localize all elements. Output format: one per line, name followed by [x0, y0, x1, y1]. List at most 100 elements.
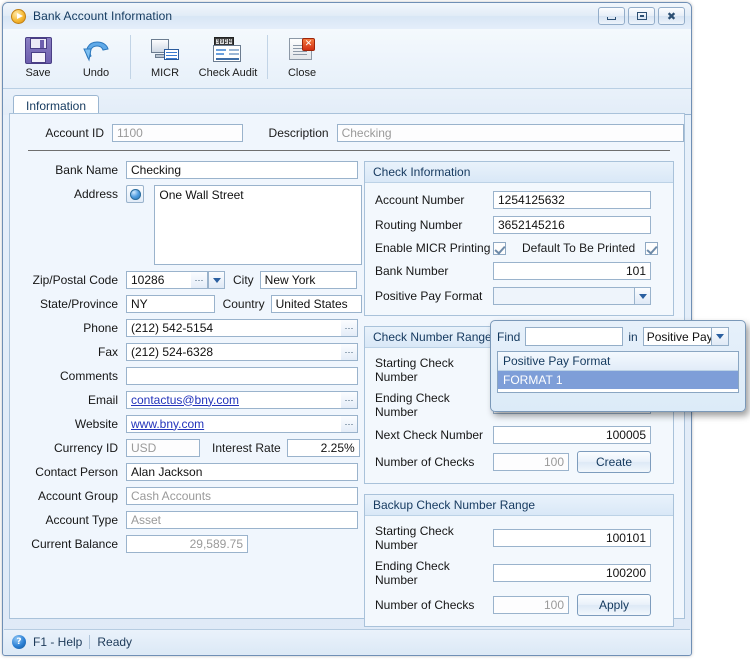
- zip-lookup-button[interactable]: ⋯: [191, 271, 208, 289]
- email-label: Email: [87, 393, 118, 407]
- account-type-field[interactable]: Asset: [126, 511, 358, 529]
- window-title: Bank Account Information: [33, 9, 173, 23]
- enable-micr-checkbox[interactable]: [493, 241, 506, 255]
- country-label: Country: [222, 297, 265, 311]
- account-number-label: Account Number: [375, 193, 465, 207]
- find-input[interactable]: [525, 327, 624, 346]
- comments-field[interactable]: [126, 367, 358, 385]
- currency-interest-row: Currency ID USD Interest Rate 2.25%: [28, 439, 362, 457]
- bcnr-count-field[interactable]: 100: [493, 596, 569, 614]
- popup-find-row: Find in Positive Pay Forr: [497, 327, 739, 346]
- bank-number-field[interactable]: 101: [493, 262, 651, 280]
- micr-printing-row: Enable MICR Printing Default To Be Print…: [375, 241, 663, 255]
- cnr-count-row: Number of Checks 100 Create: [375, 451, 663, 473]
- contact-person-field[interactable]: Alan Jackson: [126, 463, 358, 481]
- backup-check-number-range-title: Backup Check Number Range: [365, 495, 673, 516]
- title-bar[interactable]: Bank Account Information ✖: [3, 3, 691, 29]
- website-field[interactable]: www.bny.com: [126, 415, 341, 433]
- save-label: Save: [25, 67, 51, 79]
- help-label[interactable]: F1 - Help: [33, 635, 82, 649]
- zip-field[interactable]: 10286: [126, 271, 191, 289]
- check-audit-button[interactable]: 3924 Check Audit: [194, 33, 262, 79]
- bcnr-count-row: Number of Checks 100 Apply: [375, 594, 663, 616]
- currency-field[interactable]: USD: [126, 439, 200, 457]
- minimize-button[interactable]: [598, 7, 625, 25]
- bcnr-starting-field[interactable]: 100101: [493, 529, 651, 547]
- cnr-starting-label: Starting Check Number: [375, 356, 454, 384]
- minimize-icon: [607, 16, 616, 20]
- phone-field[interactable]: (212) 542-5154: [126, 319, 341, 337]
- cnr-next-label: Next Check Number: [375, 428, 484, 442]
- toolbar-separator-2: [267, 35, 268, 79]
- check-information-title: Check Information: [365, 162, 673, 183]
- account-id-field[interactable]: 1100: [112, 124, 243, 142]
- country-field[interactable]: United States: [270, 295, 362, 313]
- check-audit-icon: 3924: [213, 35, 243, 65]
- account-type-row: Account Type Asset: [28, 511, 362, 529]
- routing-number-label: Routing Number: [375, 218, 463, 232]
- left-form: Bank Name Checking Address Zip/Postal Co…: [10, 161, 362, 637]
- positive-pay-dropdown-button[interactable]: [634, 287, 651, 305]
- email-row: Email contactus@bny.com ⋯: [28, 391, 362, 409]
- save-button[interactable]: Save: [9, 33, 67, 79]
- floppy-disk-icon: [24, 35, 52, 65]
- search-field-combo[interactable]: Positive Pay Forr: [642, 327, 729, 346]
- interest-rate-field[interactable]: 2.25%: [286, 439, 360, 457]
- fax-field[interactable]: (212) 524-6328: [126, 343, 341, 361]
- default-printed-label: Default To Be Printed: [522, 241, 636, 255]
- status-bar: ? F1 - Help Ready: [4, 629, 690, 654]
- positive-pay-field[interactable]: [493, 287, 634, 305]
- bcnr-ending-label: Ending Check Number: [375, 559, 450, 587]
- toolbar-separator: [130, 35, 131, 79]
- close-button[interactable]: ✖: [658, 7, 685, 25]
- fax-label: Fax: [97, 345, 118, 359]
- description-label: Description: [268, 126, 329, 140]
- bcnr-ending-field[interactable]: 100200: [493, 564, 651, 582]
- cnr-next-field[interactable]: 100005: [493, 426, 651, 444]
- restore-button[interactable]: [628, 7, 655, 25]
- enable-micr-label: Enable MICR Printing: [375, 241, 491, 255]
- zip-dropdown-button[interactable]: [208, 271, 225, 289]
- city-label: City: [233, 273, 254, 287]
- undo-button[interactable]: Undo: [67, 33, 125, 79]
- phone-lookup-button[interactable]: ⋯: [341, 319, 358, 337]
- find-label: Find: [497, 329, 521, 344]
- bank-number-row: Bank Number 101: [375, 262, 663, 280]
- tab-strip: Information: [3, 89, 691, 116]
- state-country-row: State/Province NY Country United States: [28, 295, 362, 313]
- description-field[interactable]: Checking: [336, 124, 684, 142]
- undo-arrow-icon: [82, 35, 110, 65]
- bcnr-starting-row: Starting Check Number 100101: [375, 524, 663, 552]
- cnr-count-field[interactable]: 100: [493, 453, 569, 471]
- cnr-ending-label: Ending Check Number: [375, 391, 450, 419]
- create-button[interactable]: Create: [577, 451, 651, 473]
- bcnr-count-label: Number of Checks: [375, 598, 475, 612]
- website-lookup-button[interactable]: ⋯: [341, 415, 358, 433]
- lookup-results-list[interactable]: Positive Pay Format FORMAT 1: [497, 351, 739, 393]
- state-field[interactable]: NY: [126, 295, 215, 313]
- fax-lookup-button[interactable]: ⋯: [341, 343, 358, 361]
- lookup-column-header: Positive Pay Format: [498, 352, 738, 371]
- list-item[interactable]: FORMAT 1: [498, 371, 738, 389]
- address-textarea[interactable]: [154, 185, 362, 265]
- close-toolbar-button[interactable]: ✕ Close: [273, 33, 331, 79]
- routing-number-row: Routing Number 3652145216: [375, 216, 663, 234]
- email-field[interactable]: contactus@bny.com: [126, 391, 341, 409]
- apply-button[interactable]: Apply: [577, 594, 651, 616]
- close-icon: ✖: [666, 9, 677, 23]
- account-number-field[interactable]: 1254125632: [493, 191, 651, 209]
- micr-button[interactable]: MICR: [136, 33, 194, 79]
- address-label: Address: [73, 187, 118, 201]
- bank-name-field[interactable]: Checking: [126, 161, 358, 179]
- city-field[interactable]: New York: [259, 271, 357, 289]
- default-printed-checkbox[interactable]: [645, 241, 659, 255]
- email-lookup-button[interactable]: ⋯: [341, 391, 358, 409]
- phone-label: Phone: [83, 321, 118, 335]
- routing-number-field[interactable]: 3652145216: [493, 216, 651, 234]
- account-group-field[interactable]: Cash Accounts: [126, 487, 358, 505]
- search-field-combo-arrow[interactable]: [710, 328, 728, 345]
- positive-pay-row: Positive Pay Format: [375, 287, 663, 305]
- globe-icon[interactable]: [126, 185, 145, 203]
- zip-city-row: Zip/Postal Code 10286 ⋯ City New York: [28, 271, 362, 289]
- current-balance-label: Current Balance: [31, 537, 118, 551]
